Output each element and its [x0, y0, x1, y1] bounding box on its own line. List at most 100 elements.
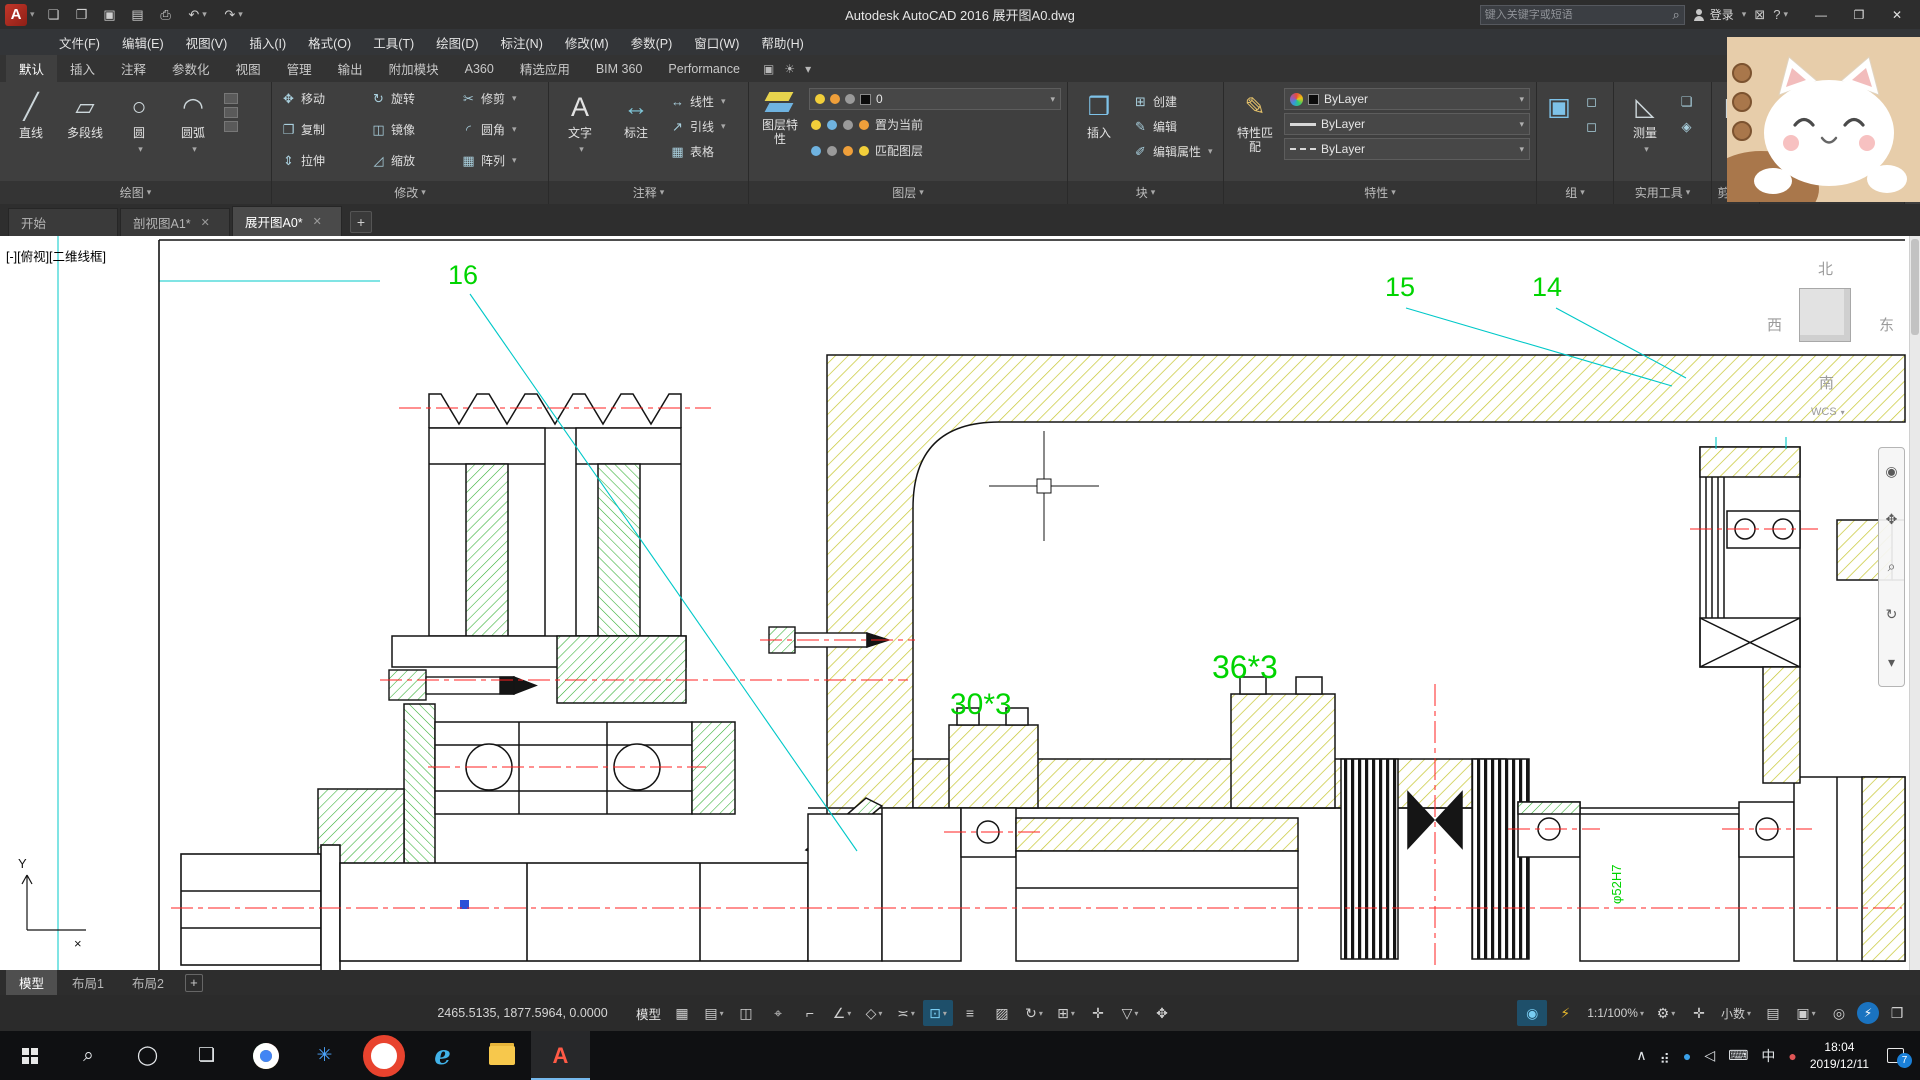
fillet-tool[interactable]: ◜圆角 — [456, 117, 544, 142]
menu-item[interactable]: 修改(M) — [554, 29, 620, 55]
panel-label-properties[interactable]: 特性 — [1224, 181, 1536, 204]
polyline-tool[interactable]: ▱多段线 — [58, 85, 112, 179]
save-button[interactable]: ▣ — [97, 3, 123, 27]
zoom-icon[interactable]: ⌕ — [1888, 558, 1896, 575]
selection-filter-toggle[interactable]: ▽ — [1115, 1000, 1145, 1026]
insert-block-button[interactable]: ❒ 插入 — [1072, 85, 1126, 179]
chrome-app[interactable] — [236, 1031, 295, 1080]
help-icon[interactable]: ? — [1773, 7, 1788, 22]
tab-insert[interactable]: 插入 — [57, 55, 108, 82]
stretch-tool[interactable]: ⇕拉伸 — [276, 148, 364, 173]
layer-unlock-icon[interactable] — [859, 120, 869, 130]
create-block-button[interactable]: ⊞创建 — [1128, 89, 1217, 114]
line-tool[interactable]: ╱直线 — [4, 85, 58, 179]
viewcube[interactable]: 北 西 东 南 WCS — [1755, 250, 1905, 440]
tab-bim360[interactable]: BIM 360 — [583, 55, 656, 82]
vertical-scrollbar[interactable] — [1909, 236, 1920, 970]
search-icon[interactable]: ⌕ — [1673, 7, 1680, 23]
panel-label-utilities[interactable]: 实用工具 — [1614, 181, 1711, 204]
new-file-button[interactable]: ❏ — [41, 3, 67, 27]
steering-wheel-icon[interactable]: ◉ — [1885, 463, 1897, 480]
plot-button[interactable]: ⎙ — [153, 3, 179, 27]
viewcube-wcs-menu[interactable]: WCS — [1811, 406, 1845, 418]
tab-close-icon[interactable]: ✕ — [201, 216, 210, 229]
linetype-dropdown[interactable]: ByLayer — [1284, 138, 1530, 160]
menu-item[interactable]: 文件(F) — [48, 29, 111, 55]
panel-label-block[interactable]: 块 — [1068, 181, 1223, 204]
layout-tab-2[interactable]: 布局2 — [119, 970, 177, 995]
cloud-icon[interactable]: ● — [1683, 1046, 1691, 1066]
circle-tool[interactable]: ○圆 — [112, 85, 166, 179]
viewcube-west[interactable]: 西 — [1767, 314, 1782, 335]
layer-prev-icon[interactable] — [859, 146, 869, 156]
lineweight-dropdown[interactable]: ByLayer — [1284, 113, 1530, 135]
edge-app[interactable]: e — [413, 1031, 472, 1080]
layer-isolate-icon[interactable] — [827, 120, 837, 130]
ortho-toggle[interactable]: ⌐ — [795, 1000, 825, 1026]
browser-app[interactable] — [354, 1031, 413, 1080]
annotation-monitor-toggle[interactable]: ✛ — [1684, 1000, 1714, 1026]
save-as-button[interactable]: ▤ — [125, 3, 151, 27]
ribbon-collapse-caret[interactable]: ▾ — [805, 55, 811, 82]
3d-osnap-toggle[interactable]: ⊞ — [1051, 1000, 1081, 1026]
orbit-icon[interactable]: ↻ — [1886, 606, 1898, 623]
drawing-area[interactable]: 16 15 14 30*3 36*3 φ52H7 Y × — [0, 236, 1920, 970]
mirror-tool[interactable]: ◫镜像 — [366, 117, 454, 142]
file-tab-start[interactable]: 开始 — [8, 208, 118, 236]
help-search-box[interactable]: ⌕ — [1480, 5, 1685, 25]
ime-icon[interactable]: ⌨ — [1728, 1046, 1748, 1066]
match-layer-button[interactable]: 匹配图层 — [875, 142, 923, 159]
taskbar-clock[interactable]: 18:04 2019/12/11 — [1810, 1039, 1869, 1071]
stream-emote-icon[interactable] — [1732, 121, 1752, 141]
selection-cycling-toggle[interactable]: ↻ — [1019, 1000, 1049, 1026]
copy-tool[interactable]: ❐复制 — [276, 117, 364, 142]
layout-tab-1[interactable]: 布局1 — [59, 970, 117, 995]
annotation-autoscale-toggle[interactable]: ⚡ — [1550, 1000, 1580, 1026]
units-control[interactable]: 小数 — [1717, 1000, 1755, 1026]
tab-close-icon[interactable]: ✕ — [313, 215, 322, 228]
tab-default[interactable]: 默认 — [6, 55, 57, 82]
rotate-tool[interactable]: ↻旋转 — [366, 86, 454, 111]
dictionary-app[interactable]: ✳ — [295, 1031, 354, 1080]
text-tool-button[interactable]: A 文字 — [553, 85, 607, 179]
gizmo-toggle[interactable]: ✥ — [1147, 1000, 1177, 1026]
edit-attribs-button[interactable]: ✐编辑属性 — [1128, 139, 1217, 164]
viewcube-south[interactable]: 南 — [1819, 372, 1834, 393]
explorer-app[interactable] — [472, 1031, 531, 1080]
tab-annotate[interactable]: 注释 — [108, 55, 159, 82]
lang-indicator[interactable]: 中 — [1761, 1046, 1775, 1066]
match-properties-button[interactable]: ✎ 特性匹配 — [1228, 85, 1282, 179]
search-input[interactable] — [1485, 9, 1673, 21]
stream-emote-icon[interactable] — [1732, 92, 1752, 112]
new-drawing-tab-button[interactable]: + — [350, 211, 372, 233]
file-tab-unfold-a0[interactable]: 展开图A0*✕ — [232, 206, 342, 236]
tab-manage[interactable]: 管理 — [274, 55, 325, 82]
layout-tab-model[interactable]: 模型 — [6, 970, 57, 995]
infer-constraints-toggle[interactable]: ◫ — [731, 1000, 761, 1026]
tray-expand-icon[interactable]: ∧ — [1636, 1046, 1646, 1066]
quick-properties-toggle[interactable]: ▤ — [1758, 1000, 1788, 1026]
menu-item[interactable]: 绘图(D) — [425, 29, 489, 55]
layer-properties-button[interactable]: 图层特性 — [753, 85, 807, 179]
group-button[interactable]: ▣ — [1541, 85, 1577, 179]
navbar-caret[interactable]: ▾ — [1888, 654, 1895, 671]
menu-item[interactable]: 标注(N) — [490, 29, 554, 55]
model-space-button[interactable]: 模型 — [632, 1000, 665, 1026]
file-tab-section-a1[interactable]: 剖视图A1*✕ — [120, 208, 230, 236]
edit-block-button[interactable]: ✎编辑 — [1128, 114, 1217, 139]
layer-off-icon[interactable] — [811, 120, 821, 130]
menu-item[interactable]: 工具(T) — [362, 29, 425, 55]
clean-screen-toggle[interactable]: ❒ — [1882, 1000, 1912, 1026]
tab-output[interactable]: 输出 — [325, 55, 376, 82]
arc-tool[interactable]: ◠圆弧 — [166, 85, 220, 179]
linear-dim-tool[interactable]: ↔线性 — [665, 89, 730, 114]
menu-item[interactable]: 格式(O) — [297, 29, 362, 55]
leader-tool[interactable]: ↗引线 — [665, 114, 730, 139]
polar-tracking-toggle[interactable]: ∠ — [827, 1000, 857, 1026]
menu-item[interactable]: 插入(I) — [238, 29, 297, 55]
move-tool[interactable]: ✥移动 — [276, 86, 364, 111]
measure-button[interactable]: ◺ 测量 — [1618, 85, 1672, 179]
autocad-app[interactable]: A — [531, 1031, 590, 1080]
exchange-apps-icon[interactable]: ⊠ — [1754, 7, 1765, 23]
sun-icon[interactable]: ☀ — [784, 55, 795, 82]
